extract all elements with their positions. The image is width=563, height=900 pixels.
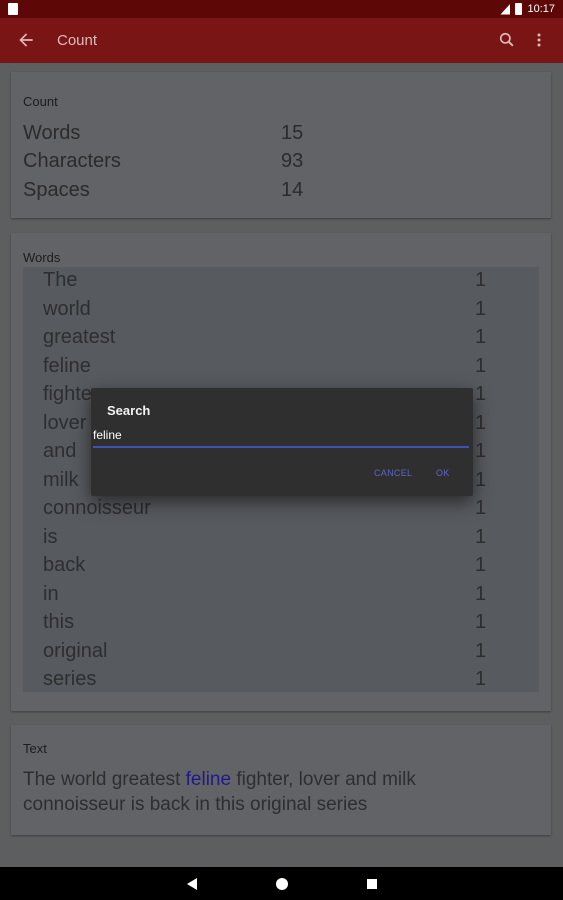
word-label: lover: [43, 412, 87, 434]
app-bar: Count: [0, 18, 563, 63]
status-time: 10:17: [527, 3, 555, 15]
ok-button[interactable]: OK: [436, 468, 450, 478]
word-count: 1: [475, 412, 487, 434]
word-count: 1: [475, 640, 487, 662]
notification-icon: [8, 3, 18, 15]
list-item[interactable]: original 1: [23, 640, 539, 668]
list-item[interactable]: in 1: [23, 583, 539, 611]
count-row-words: Words 15: [23, 122, 323, 150]
count-heading: Count: [23, 94, 58, 109]
more-vert-icon[interactable]: [529, 30, 549, 50]
page-title: Count: [57, 32, 98, 49]
text-heading: Text: [23, 741, 47, 756]
list-item[interactable]: feline 1: [23, 355, 539, 383]
list-item[interactable]: world 1: [23, 298, 539, 326]
word-label: original: [43, 640, 108, 662]
dialog-title: Search: [107, 403, 151, 418]
text-before: The world greatest: [23, 769, 186, 790]
count-row-spaces: Spaces 14: [23, 179, 323, 207]
word-label: this: [43, 611, 75, 633]
nav-back-icon[interactable]: [187, 878, 197, 890]
list-item[interactable]: connoisseur 1: [23, 497, 539, 525]
list-item[interactable]: series 1: [23, 668, 539, 696]
status-bar: 10:17: [0, 0, 563, 18]
list-item[interactable]: is 1: [23, 526, 539, 554]
word-count: 1: [475, 583, 487, 605]
word-label: The: [43, 269, 78, 291]
arrow-back-icon[interactable]: [16, 30, 36, 50]
search-dialog: Search CANCEL OK: [91, 388, 473, 496]
word-count: 1: [475, 298, 487, 320]
source-text: The world greatest feline fighter, lover…: [23, 767, 523, 817]
navigation-bar: [0, 867, 563, 900]
count-card: Count Words 15 Characters 93 Spaces 14: [11, 72, 551, 218]
list-item[interactable]: greatest 1: [23, 326, 539, 354]
list-item[interactable]: back 1: [23, 554, 539, 582]
word-count: 1: [475, 554, 487, 576]
word-label: in: [43, 583, 59, 605]
count-value: 15: [281, 122, 304, 144]
status-icons: 10:17: [500, 1, 555, 17]
search-highlight: feline: [185, 769, 232, 790]
cancel-button[interactable]: CANCEL: [374, 468, 412, 478]
word-count: 1: [475, 269, 487, 291]
words-heading: Words: [23, 250, 61, 265]
word-label: feline: [43, 355, 91, 377]
word-count: 1: [475, 383, 487, 405]
search-input[interactable]: [93, 428, 469, 448]
signal-icon: [500, 3, 511, 15]
word-label: is: [43, 526, 58, 548]
nav-home-icon[interactable]: [276, 878, 288, 890]
word-count: 1: [475, 469, 487, 491]
word-count: 1: [475, 355, 487, 377]
count-label: Characters: [23, 150, 121, 172]
count-label: Words: [23, 122, 81, 144]
count-row-characters: Characters 93: [23, 150, 323, 178]
battery-icon: [515, 3, 523, 15]
count-value: 93: [281, 150, 304, 172]
word-label: milk: [43, 469, 79, 491]
search-icon[interactable]: [497, 30, 517, 50]
word-count: 1: [475, 526, 487, 548]
word-label: series: [43, 668, 97, 690]
word-label: back: [43, 554, 86, 576]
word-count: 1: [475, 497, 487, 519]
text-card: Text The world greatest feline fighter, …: [11, 725, 551, 835]
word-count: 1: [475, 440, 487, 462]
word-label: world: [43, 298, 91, 320]
word-label: and: [43, 440, 77, 462]
nav-recents-icon[interactable]: [367, 879, 377, 889]
word-label: connoisseur: [43, 497, 151, 519]
word-count: 1: [475, 611, 487, 633]
word-count: 1: [475, 668, 487, 690]
word-label: greatest: [43, 326, 116, 348]
list-item[interactable]: The 1: [23, 269, 539, 297]
word-count: 1: [475, 326, 487, 348]
count-label: Spaces: [23, 179, 90, 201]
list-item[interactable]: this 1: [23, 611, 539, 639]
count-value: 14: [281, 179, 304, 201]
